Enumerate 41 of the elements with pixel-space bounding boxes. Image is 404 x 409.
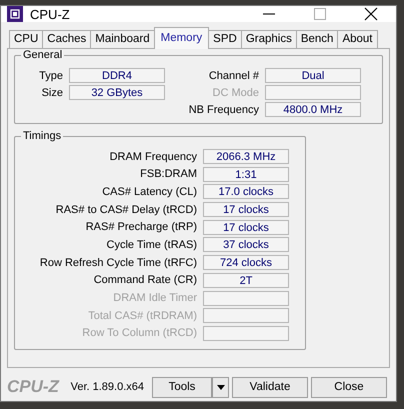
field-label: RAS# to CAS# Delay (tRCD) (54, 204, 197, 216)
field-label: DRAM Frequency (108, 150, 197, 162)
field-label: FSB:DRAM (139, 168, 197, 180)
field-label: Row To Column (tRCD) (81, 327, 197, 340)
value-field: DDR4 (69, 68, 165, 83)
caret-icon (216, 385, 224, 390)
tab[interactable]: About (337, 30, 378, 48)
tab[interactable]: Memory (154, 27, 210, 49)
dialog-button[interactable]: Validate (232, 376, 308, 398)
close-icon[interactable] (364, 7, 378, 21)
window-title: CPU-Z (30, 6, 70, 22)
field-label: DC Mode (212, 86, 259, 98)
value-field: 4800.0 MHz (265, 102, 361, 117)
field-label: CAS# Latency (CL) (101, 186, 197, 198)
version-text: Ver. 1.89.0.x64 (70, 381, 144, 393)
value-field: 724 clocks (203, 255, 289, 270)
value-field: Dual (265, 68, 361, 83)
dropdown-button[interactable] (212, 376, 229, 398)
field-label: Total CAS# (tRDRAM) (87, 310, 197, 322)
group-title: Timings (21, 130, 64, 143)
field-label: DRAM Idle Timer (112, 292, 197, 304)
value-field: 17 clocks (203, 202, 289, 218)
tools-button[interactable]: Tools (152, 376, 212, 398)
tab[interactable]: CPU (9, 30, 44, 48)
field-label: Row Refresh Cycle Time (tRFC) (38, 256, 197, 269)
field-label: Command Rate (CR) (92, 274, 197, 286)
value-field: 2T (203, 272, 289, 288)
field-label: RAS# Precharge (tRP) (84, 221, 197, 234)
dialog-button[interactable]: Close (311, 376, 387, 398)
value-field: 32 GBytes (69, 85, 165, 100)
field-label: Channel # (208, 70, 259, 82)
value-field: 37 clocks (203, 237, 289, 252)
value-field: 17 clocks (203, 220, 289, 235)
logo: CPU-Z (7, 377, 60, 397)
field-label: Size (40, 86, 63, 98)
field-label: Type (38, 70, 63, 82)
field-label: NB Frequency (188, 104, 259, 116)
field-label: Cycle Time (tRAS) (106, 238, 197, 251)
value-field: 1:31 (203, 166, 289, 182)
value-field: 17.0 clocks (203, 184, 289, 200)
value-field: 2066.3 MHz (203, 149, 289, 164)
